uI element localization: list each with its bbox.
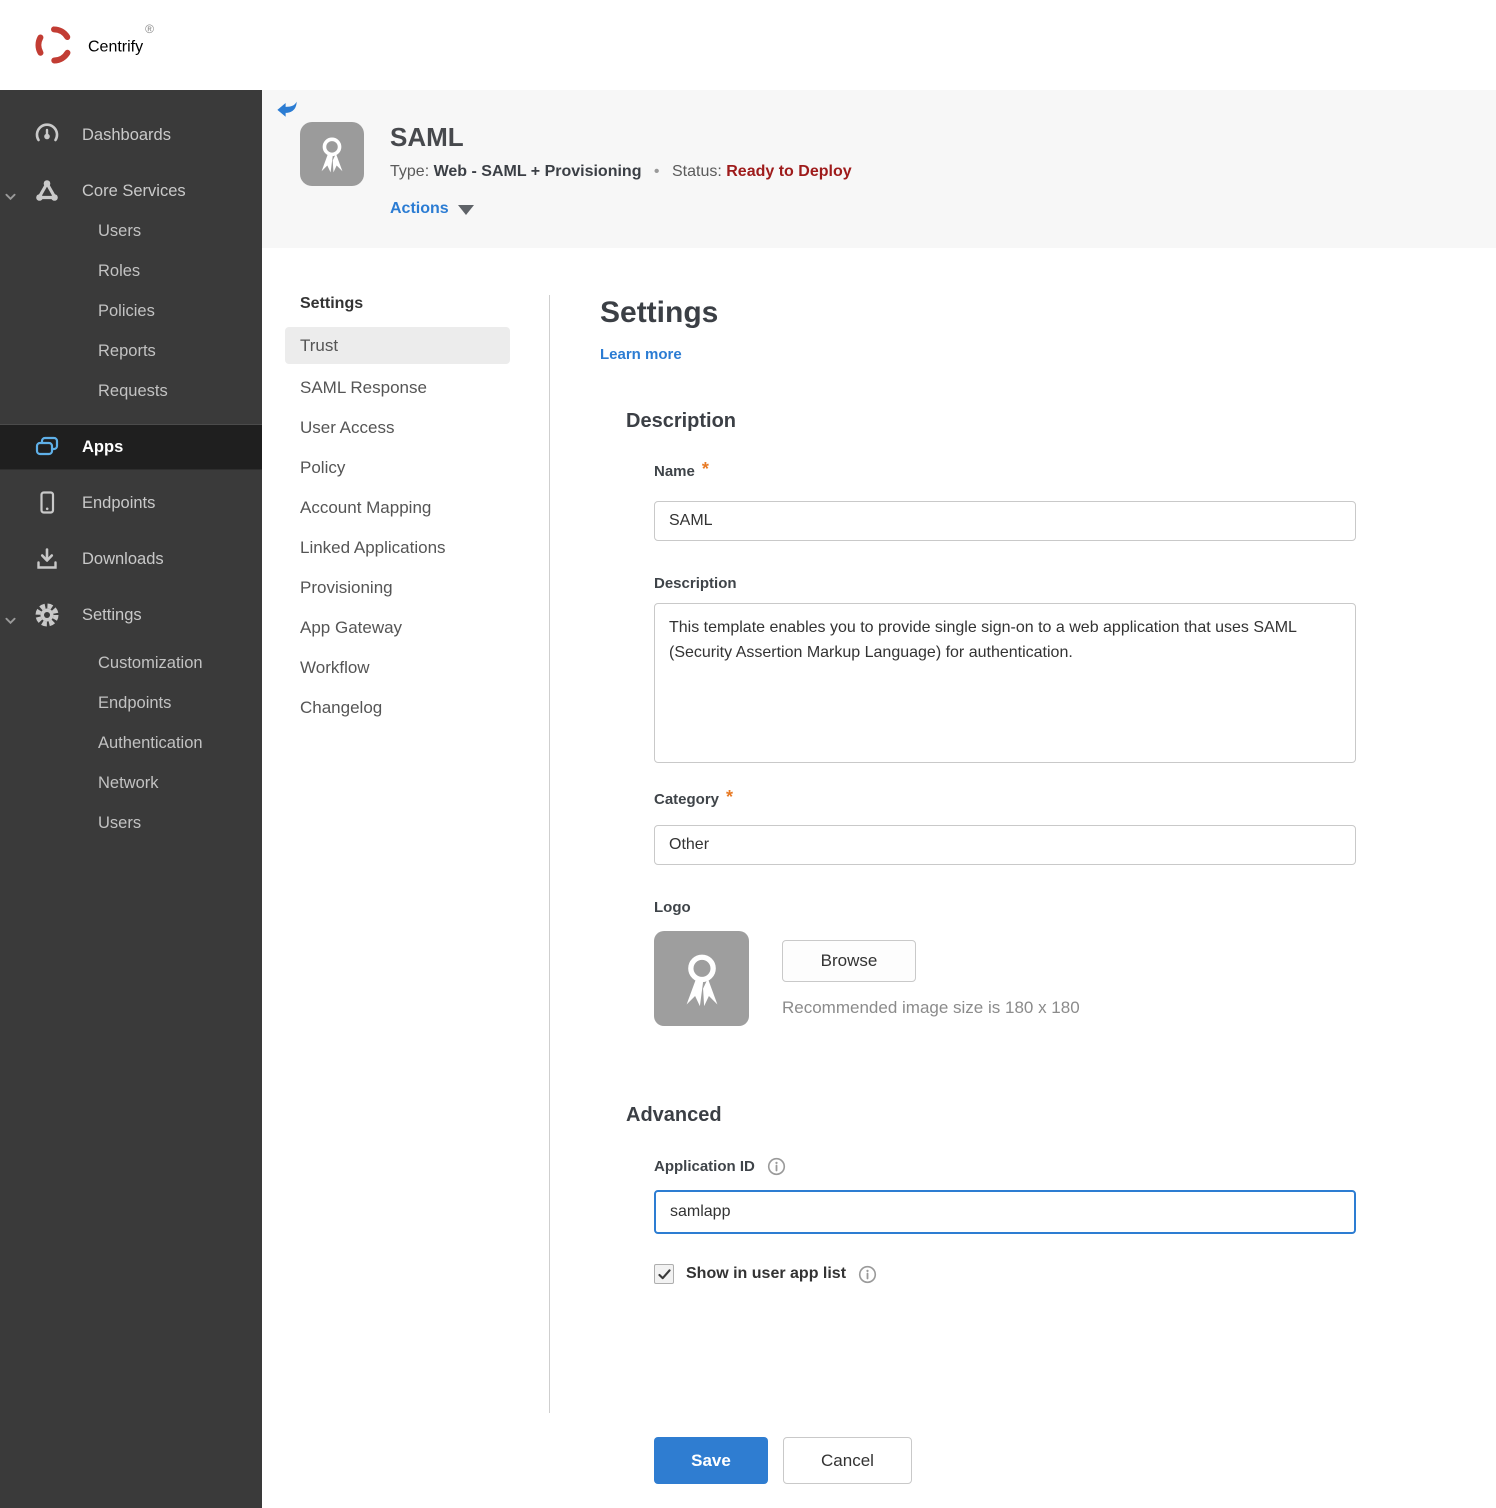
download-icon [33,545,61,573]
subnav-item-account-mapping[interactable]: Account Mapping [285,488,510,528]
centrify-swirl-icon [35,26,71,64]
sidebar-item-customization[interactable]: Customization [0,643,262,683]
settings-subnav: Settings Trust SAML Response User Access… [285,295,510,728]
checkmark-icon [657,1268,671,1279]
type-value: Web - SAML + Provisioning [433,163,642,180]
description-label: Description [654,575,737,592]
name-field[interactable] [654,501,1356,541]
registered-mark: ® [145,21,154,36]
sidebar-item-policies[interactable]: Policies [0,291,262,331]
sidebar-item-downloads[interactable]: Downloads [0,539,262,579]
advanced-section-title: Advanced [626,1104,722,1126]
caret-down-icon [457,205,474,215]
logo-preview [654,931,749,1026]
back-arrow-icon[interactable] [276,98,300,120]
show-in-user-app-list-checkbox[interactable] [654,1264,674,1284]
info-icon[interactable] [767,1157,786,1176]
gear-icon [33,601,61,629]
subnav-title: Settings [300,295,364,312]
core-services-icon [33,177,61,205]
sidebar-item-authentication[interactable]: Authentication [0,723,262,763]
chevron-down-icon [5,611,16,630]
subnav-item-policy[interactable]: Policy [285,448,510,488]
status-label: Status: [671,163,722,180]
ribbon-award-icon [321,137,343,173]
sidebar-item-users-settings[interactable]: Users [0,803,262,843]
logo-label: Logo [654,899,691,916]
app-header: SAML Type: Web - SAML + Provisioning • S… [262,90,1496,248]
sidebar-item-requests[interactable]: Requests [0,371,262,411]
info-icon[interactable] [858,1265,877,1284]
brand-logo: Centrify® [0,21,154,67]
app-meta: Type: Web - SAML + Provisioning • Status… [390,163,852,181]
sidebar-item-core-services[interactable]: Core Services [0,171,262,211]
type-label: Type: [390,163,430,180]
sidebar-item-roles[interactable]: Roles [0,251,262,291]
subnav-item-provisioning[interactable]: Provisioning [285,568,510,608]
name-label: Name * [654,459,709,480]
cancel-button[interactable]: Cancel [783,1437,912,1484]
category-label: Category * [654,787,734,808]
description-section-title: Description [626,410,737,432]
sidebar-item-endpoints-settings[interactable]: Endpoints [0,683,262,723]
content-area: Settings Trust SAML Response User Access… [262,248,1496,1508]
vertical-divider [549,295,550,1413]
sidebar-item-network[interactable]: Network [0,763,262,803]
subnav-item-user-access[interactable]: User Access [285,408,510,448]
sidebar-item-reports[interactable]: Reports [0,331,262,371]
app-logo-icon [300,122,364,186]
sidebar-item-settings[interactable]: Settings [0,595,262,635]
app-title: SAML [390,122,464,152]
actions-label: Actions [390,200,449,217]
subnav-item-trust[interactable]: Trust [285,327,510,364]
sidebar-item-users[interactable]: Users [0,211,262,251]
separator-dot: • [653,163,660,180]
sidebar-item-dashboards[interactable]: Dashboards [0,115,262,155]
learn-more-link[interactable]: Learn more [600,346,682,363]
screen: Centrify® Dashboards Core Services Users… [0,0,1496,1508]
save-button[interactable]: Save [654,1437,768,1484]
required-asterisk: * [726,787,734,807]
device-icon [33,489,61,517]
description-field[interactable]: This template enables you to provide sin… [654,603,1356,763]
application-id-field[interactable] [654,1190,1356,1234]
subnav-item-app-gateway[interactable]: App Gateway [285,608,510,648]
top-bar: Centrify® [0,0,1496,90]
sidebar: Dashboards Core Services Users Roles Pol… [0,90,262,1508]
sidebar-item-apps[interactable]: Apps [0,424,262,470]
page-title: Settings [600,296,719,329]
brand-name: Centrify® [88,21,154,56]
apps-icon [33,433,61,461]
sidebar-item-endpoints[interactable]: Endpoints [0,483,262,523]
show-in-user-app-list-label: Show in user app list [686,1265,847,1282]
settings-form: Settings Learn more Description Name* De… [600,296,1358,1484]
category-field[interactable] [654,825,1356,865]
status-badge: Ready to Deploy [726,163,852,180]
browse-button[interactable]: Browse [782,940,916,982]
application-id-label: Application ID [654,1157,755,1175]
actions-dropdown[interactable]: Actions [390,200,474,218]
required-asterisk: * [701,459,709,479]
gauge-icon [33,121,61,149]
logo-size-hint: Recommended image size is 180 x 180 [782,998,1080,1017]
subnav-item-linked-applications[interactable]: Linked Applications [285,528,510,568]
subnav-item-saml-response[interactable]: SAML Response [285,368,510,408]
chevron-down-icon [5,187,16,206]
subnav-item-changelog[interactable]: Changelog [285,688,510,728]
ribbon-award-icon [686,954,717,1006]
subnav-item-workflow[interactable]: Workflow [285,648,510,688]
